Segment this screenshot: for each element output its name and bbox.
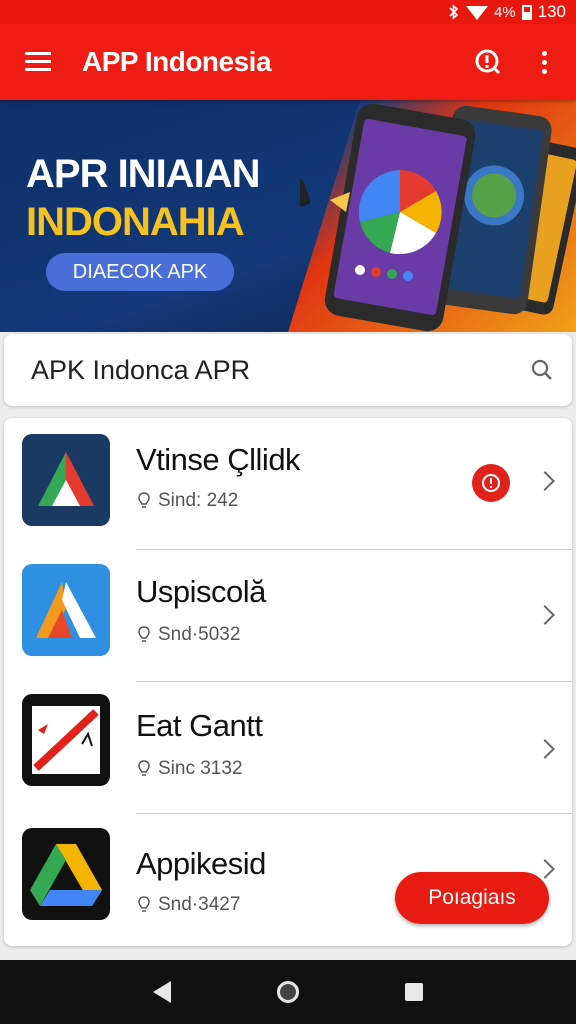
clock: 130	[537, 2, 566, 21]
hamburger-icon	[25, 52, 51, 72]
app-meta-text: Sind: 242	[158, 490, 239, 511]
list-item[interactable]: Uspiscolă Snd·5032	[4, 550, 572, 682]
bluetooth-icon	[449, 4, 459, 20]
app-meta-text: Sinc 3132	[158, 758, 243, 779]
app-icon	[22, 828, 110, 920]
floating-action-button[interactable]: Poıagiaıs	[395, 872, 549, 924]
app-list: Vtinse Çllidk Sind: 242 Uspiscolă Snd·50…	[4, 418, 572, 946]
bulb-icon	[138, 760, 150, 776]
app-meta: Sind: 242	[136, 490, 238, 512]
list-item[interactable]: Vtinse Çllidk Sind: 242	[4, 418, 572, 550]
app-meta-text: Snd·3427	[158, 894, 241, 915]
alert-icon	[482, 474, 500, 492]
app-meta: Snd·5032	[136, 624, 240, 646]
banner-title: APR INIAIAN	[26, 152, 260, 196]
status-bar: 4% 130	[0, 0, 576, 24]
app-meta: Sinc 3132	[136, 758, 243, 780]
battery-percent: 4%	[493, 3, 516, 21]
app-name: Vtinse Çllidk	[136, 442, 301, 477]
phones-illustration	[300, 103, 576, 332]
alert-icon	[475, 49, 501, 75]
app-icon	[22, 434, 110, 526]
app-name: Uspiscolă	[136, 574, 266, 609]
app-name: Appikesid	[136, 846, 266, 881]
promo-banner[interactable]: APR INIAIAN INDONAHIA DIAECOK APK	[0, 100, 576, 332]
chevron-right-icon[interactable]	[535, 605, 555, 625]
search-icon[interactable]	[512, 358, 572, 382]
menu-button[interactable]	[0, 24, 76, 100]
recents-icon[interactable]	[405, 983, 423, 1001]
app-meta: Snd·3427	[136, 894, 240, 916]
wifi-icon	[465, 6, 488, 20]
app-meta-text: Snd·5032	[158, 624, 241, 645]
bulb-icon	[138, 896, 150, 912]
bulb-icon	[138, 492, 150, 508]
app-name: Eat Gantt	[136, 708, 263, 743]
chevron-right-icon[interactable]	[535, 471, 555, 491]
battery-icon	[521, 4, 532, 20]
alert-badge[interactable]	[472, 464, 510, 502]
app-icon	[22, 694, 110, 786]
alert-button[interactable]	[460, 24, 516, 100]
list-item[interactable]: Eat Gantt Sinc 3132	[4, 682, 572, 814]
banner-cta-button[interactable]: DIAECOK APK	[46, 253, 234, 291]
app-bar: APP Indonesia	[0, 24, 576, 100]
system-nav-bar	[0, 960, 576, 1024]
bulb-icon	[138, 626, 150, 642]
home-icon[interactable]	[277, 981, 299, 1003]
app-icon	[22, 564, 110, 656]
back-icon[interactable]	[153, 981, 171, 1003]
app-title: APP Indonesia	[82, 46, 272, 77]
more-vert-icon[interactable]	[516, 24, 572, 100]
search-bar[interactable]: APK Indonca APR	[4, 334, 572, 406]
banner-subtitle: INDONAHIA	[26, 200, 245, 244]
search-input[interactable]: APK Indonca APR	[4, 355, 512, 386]
chevron-right-icon[interactable]	[535, 739, 555, 759]
